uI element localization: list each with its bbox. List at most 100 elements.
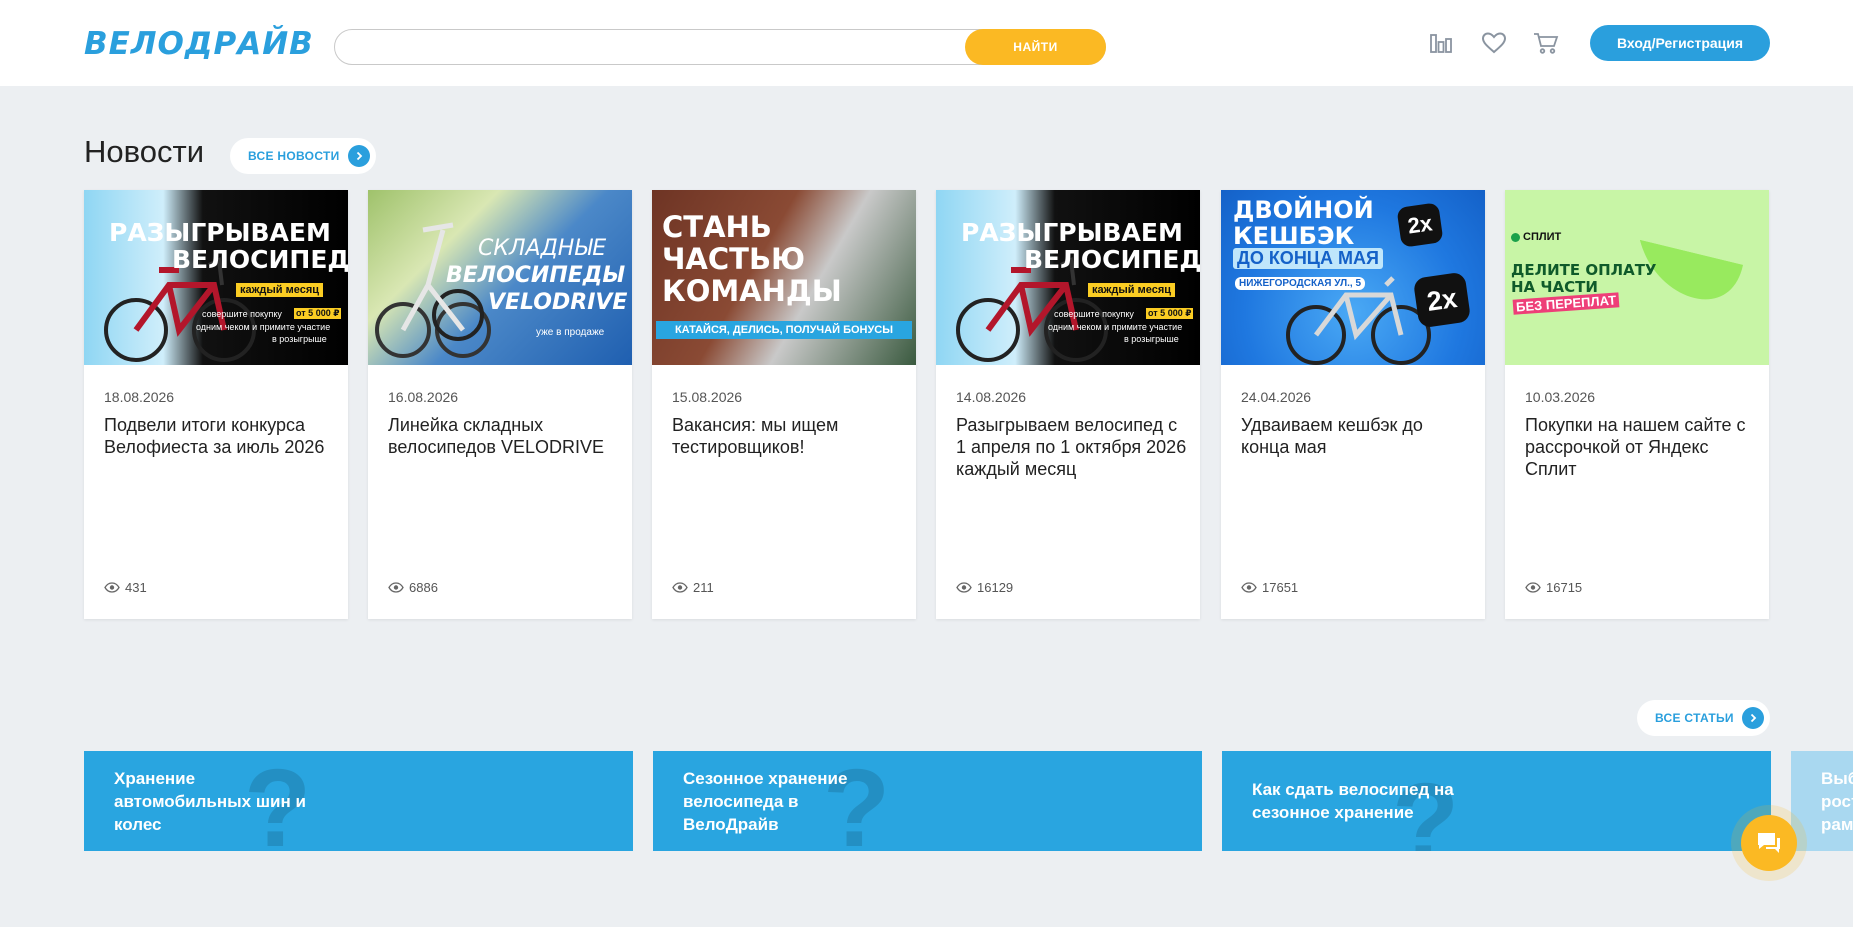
banner-small1: совершите покупку: [1054, 309, 1134, 319]
banner-tag: каждый месяц: [236, 283, 324, 297]
news-title[interactable]: Удваиваем кешбэк до конца мая: [1241, 414, 1473, 458]
news-title[interactable]: Линейка складных велосипедов VELODRIVE: [388, 414, 620, 458]
news-section-title: Новости: [84, 134, 205, 169]
article-title: Как сдать велосипед на сезонное хранение: [1252, 778, 1454, 824]
news-card[interactable]: РАЗЫГРЫВАЕМ ВЕЛОСИПЕД! каждый месяц сове…: [84, 190, 348, 619]
site-logo[interactable]: ВЕЛОДРАЙВ: [84, 26, 314, 62]
article-card[interactable]: ? Как сдать велосипед на сезонное хранен…: [1222, 751, 1771, 851]
banner-line1: ДВОЙНОЙ: [1233, 196, 1374, 224]
news-card[interactable]: ДВОЙНОЙ КЕШБЭК ДО КОНЦА МАЯ НИЖЕГОРОДСКА…: [1221, 190, 1485, 619]
chat-icon: [1758, 833, 1780, 853]
news-date: 14.08.2026: [956, 389, 1027, 405]
views-count: 16715: [1546, 580, 1583, 595]
split-brand: СПЛИТ: [1511, 231, 1561, 243]
news-views: 211: [672, 580, 714, 595]
news-image: СКЛАДНЫЕ ВЕЛОСИПЕДЫ VELODRIVE уже в прод…: [368, 190, 632, 365]
cashback-badge-large: 2x: [1412, 271, 1472, 329]
banner-chip: от 5 000 ₽: [294, 308, 342, 319]
views-count: 431: [125, 580, 147, 595]
banner-line2: ВЕЛОСИПЕД!: [1024, 245, 1200, 274]
news-views: 16715: [1525, 580, 1582, 595]
all-news-label: ВСЕ НОВОСТИ: [248, 149, 340, 163]
all-articles-link[interactable]: ВСЕ СТАТЬИ: [1637, 700, 1770, 736]
heart-icon[interactable]: [1480, 29, 1508, 57]
news-card[interactable]: СПЛИТ ДЕЛИТЕ ОПЛАТУ НА ЧАСТИ БЕЗ ПЕРЕПЛА…: [1505, 190, 1769, 619]
banner-small: уже в продаже: [536, 327, 605, 338]
banner-line2: КЕШБЭК: [1233, 222, 1355, 250]
chevron-right-icon: [347, 145, 370, 167]
article-title: Выб рост рам: [1821, 767, 1853, 836]
eye-icon: [104, 582, 120, 593]
news-image: СПЛИТ ДЕЛИТЕ ОПЛАТУ НА ЧАСТИ БЕЗ ПЕРЕПЛА…: [1505, 190, 1769, 365]
search-button[interactable]: НАЙТИ: [965, 29, 1106, 65]
news-title[interactable]: Подвели итоги конкурса Велофиеста за июл…: [104, 414, 336, 458]
banner-small3: в розыгрыше: [1124, 334, 1179, 344]
article-title-line: Сезонное хранение: [683, 769, 848, 788]
banner-strip: КАТАЙСЯ, ДЕЛИСЬ, ПОЛУЧАЙ БОНУСЫ: [656, 321, 912, 339]
cashback-badge: 2x: [1396, 202, 1444, 248]
article-title-line: рам: [1821, 815, 1853, 834]
banner-line1: РАЗЫГРЫВАЕМ: [109, 218, 331, 247]
banner-small2: одним чеком и примите участие: [1048, 322, 1183, 332]
banner-line2: ЧАСТЬЮ: [662, 242, 806, 276]
views-count: 16129: [977, 580, 1014, 595]
article-card[interactable]: Выб рост рам: [1791, 751, 1853, 851]
news-title[interactable]: Покупки на нашем сайте с рассрочкой от Я…: [1525, 414, 1757, 480]
news-card[interactable]: РАЗЫГРЫВАЕМ ВЕЛОСИПЕД! каждый месяц сове…: [936, 190, 1200, 619]
views-count: 6886: [409, 580, 438, 595]
article-title-line: автомобильных шин и: [114, 792, 306, 811]
article-card[interactable]: ? Хранение автомобильных шин и колес: [84, 751, 633, 851]
banner-address: НИЖЕГОРОДСКАЯ УЛ., 5: [1235, 277, 1366, 290]
banner-line3: КОМАНДЫ: [662, 274, 842, 308]
banner-line1: РАЗЫГРЫВАЕМ: [961, 218, 1183, 247]
search-input[interactable]: [349, 36, 969, 58]
news-title[interactable]: Вакансия: мы ищем тестировщиков!: [672, 414, 904, 458]
news-image: РАЗЫГРЫВАЕМ ВЕЛОСИПЕД! каждый месяц сове…: [84, 190, 348, 365]
news-views: 16129: [956, 580, 1013, 595]
news-date: 10.03.2026: [1525, 389, 1596, 405]
eye-icon: [672, 582, 688, 593]
compare-icon[interactable]: [1427, 29, 1455, 57]
news-card[interactable]: СТАНЬ ЧАСТЬЮ КОМАНДЫ КАТАЙСЯ, ДЕЛИСЬ, ПО…: [652, 190, 916, 619]
banner-small1: совершите покупку: [202, 309, 282, 319]
banner-small2: одним чеком и примите участие: [196, 322, 331, 332]
eye-icon: [388, 582, 404, 593]
split-logo-icon: [1511, 232, 1520, 242]
article-title-line: рост: [1821, 792, 1853, 811]
split-brand-label: СПЛИТ: [1523, 231, 1562, 243]
banner-tag: каждый месяц: [1088, 283, 1176, 297]
news-date: 16.08.2026: [388, 389, 459, 405]
news-image: ДВОЙНОЙ КЕШБЭК ДО КОНЦА МАЯ НИЖЕГОРОДСКА…: [1221, 190, 1485, 365]
news-views: 6886: [388, 580, 438, 595]
chat-button[interactable]: [1741, 815, 1797, 871]
article-title-line: Как сдать велосипед на: [1252, 780, 1454, 799]
news-image: СТАНЬ ЧАСТЬЮ КОМАНДЫ КАТАЙСЯ, ДЕЛИСЬ, ПО…: [652, 190, 916, 365]
eye-icon: [956, 582, 972, 593]
news-card[interactable]: СКЛАДНЫЕ ВЕЛОСИПЕДЫ VELODRIVE уже в прод…: [368, 190, 632, 619]
news-title[interactable]: Разыгрываем велосипед с 1 апреля по 1 ок…: [956, 414, 1188, 480]
news-views: 17651: [1241, 580, 1298, 595]
all-news-link[interactable]: ВСЕ НОВОСТИ: [230, 138, 376, 174]
article-title-line: Хранение: [114, 769, 196, 788]
article-title: Хранение автомобильных шин и колес: [114, 767, 306, 836]
article-title-line: колес: [114, 815, 162, 834]
eye-icon: [1241, 582, 1257, 593]
login-register-button[interactable]: Вход/Регистрация: [1590, 25, 1770, 61]
banner-line2: НА ЧАСТИ: [1511, 278, 1598, 296]
banner-line2: ВЕЛОСИПЕД!: [172, 245, 348, 274]
eye-icon: [1525, 582, 1541, 593]
news-date: 15.08.2026: [672, 389, 743, 405]
banner-line3: ДО КОНЦА МАЯ: [1233, 248, 1383, 269]
cart-icon[interactable]: [1532, 29, 1560, 57]
article-title: Сезонное хранение велосипеда в ВелоДрайв: [683, 767, 847, 836]
banner-line1: ДЕЛИТЕ ОПЛАТУ: [1511, 261, 1657, 279]
news-date: 24.04.2026: [1241, 389, 1312, 405]
article-card[interactable]: ? Сезонное хранение велосипеда в ВелоДра…: [653, 751, 1202, 851]
article-title-line: ВелоДрайв: [683, 815, 779, 834]
views-count: 17651: [1262, 580, 1299, 595]
chevron-right-icon: [1741, 707, 1764, 729]
all-articles-label: ВСЕ СТАТЬИ: [1655, 711, 1734, 725]
views-count: 211: [693, 580, 714, 595]
banner-line2: ВЕЛОСИПЕДЫ: [446, 263, 626, 288]
article-title-line: велосипеда в: [683, 792, 799, 811]
